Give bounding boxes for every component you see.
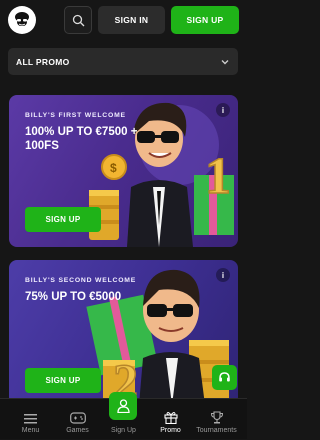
billy-mascot-logo-icon[interactable] (8, 6, 36, 34)
support-chat-button[interactable] (212, 365, 237, 390)
promo-sign-up-button[interactable]: SIGN UP (25, 207, 101, 232)
promo-title: 75% UP TO €5000 (25, 291, 122, 303)
promo-sign-up-button[interactable]: SIGN UP (25, 368, 101, 393)
promo-filter-value: ALL PROMO (16, 56, 70, 67)
hamburger-icon (24, 414, 37, 424)
promo-card-second-welcome[interactable]: 2 BILLY'S SECOND WELCOME 75% UP TO €5000… (9, 260, 238, 405)
nav-label: Games (66, 427, 89, 434)
nav-item-tournaments[interactable]: Tournaments (192, 399, 241, 440)
chevron-down-icon (221, 59, 229, 64)
nav-label: Sign Up (111, 427, 136, 434)
promo-card-first-welcome[interactable]: $ 1 BILLY'S FIRST WELCOME 100% UP TO €75… (9, 95, 238, 247)
nav-sign-up-raised-button[interactable] (109, 392, 137, 420)
search-button[interactable] (64, 6, 92, 34)
promo-info-button[interactable]: i (216, 268, 230, 282)
top-header: SIGN IN SIGN UP (0, 0, 247, 40)
promo-eyebrow: BILLY'S FIRST WELCOME (25, 112, 126, 119)
nav-label: Tournaments (196, 427, 237, 434)
nav-item-promo[interactable]: Promo (146, 399, 195, 440)
sign-in-button[interactable]: SIGN IN (98, 6, 165, 34)
user-icon (116, 399, 130, 413)
headset-icon (219, 372, 230, 382)
promo-art-number: 1 (205, 148, 231, 205)
promo-title: 100% UP TO €7500 + 100FS (25, 126, 138, 152)
promo-eyebrow: BILLY'S SECOND WELCOME (25, 277, 137, 284)
trophy-icon (210, 411, 223, 424)
gamepad-icon (69, 412, 86, 424)
search-icon (72, 14, 84, 26)
nav-item-menu[interactable]: Menu (6, 399, 55, 440)
nav-label: Promo (160, 427, 181, 434)
nav-item-games[interactable]: Games (53, 399, 102, 440)
svg-text:$: $ (110, 161, 117, 175)
nav-label: Menu (21, 427, 40, 434)
promo-filter-dropdown[interactable]: ALL PROMO (8, 48, 238, 75)
promo-info-button[interactable]: i (216, 103, 230, 117)
sign-up-button[interactable]: SIGN UP (171, 6, 239, 34)
gift-icon (163, 412, 178, 424)
